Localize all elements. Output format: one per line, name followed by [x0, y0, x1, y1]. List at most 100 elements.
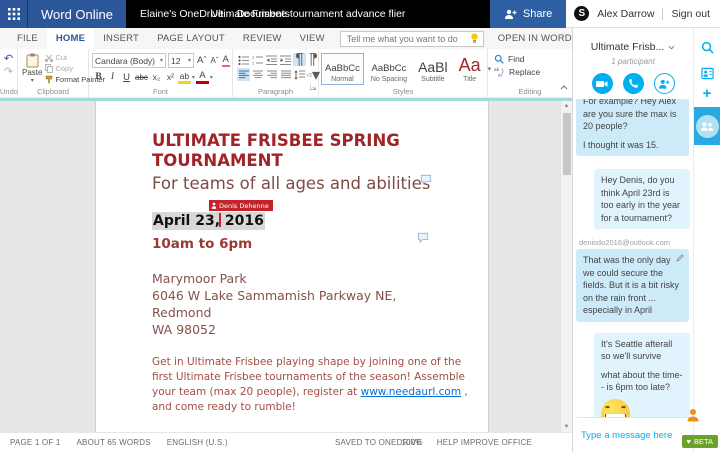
- tab-review[interactable]: REVIEW: [234, 28, 291, 49]
- tab-home[interactable]: HOME: [46, 28, 95, 49]
- style-no-spacing[interactable]: AaBbCc No Spacing: [367, 53, 411, 85]
- increase-indent-button[interactable]: [279, 53, 292, 66]
- paste-button[interactable]: Paste ▾: [22, 52, 42, 84]
- style-no-spacing-label: No Spacing: [370, 75, 408, 83]
- contacts-icon[interactable]: [700, 67, 714, 80]
- search-icon[interactable]: [701, 41, 714, 54]
- doc-heading[interactable]: ULTIMATE FRISBEE SPRING TOURNAMENT: [152, 131, 402, 171]
- grow-font-button[interactable]: Aˆ: [196, 55, 208, 66]
- redo-button[interactable]: ↷: [4, 66, 13, 79]
- bullets-button[interactable]: [237, 53, 250, 66]
- sign-out-link[interactable]: Sign out: [671, 8, 710, 20]
- app-title[interactable]: Word Online: [28, 0, 127, 28]
- strikethrough-button[interactable]: abc: [134, 71, 149, 84]
- italic-button[interactable]: I: [106, 71, 119, 84]
- document-scrollbar[interactable]: ▲ ▼: [560, 101, 572, 432]
- open-in-word-button[interactable]: OPEN IN WORD: [498, 33, 572, 44]
- style-subtitle[interactable]: AaBl Subtitle: [414, 53, 452, 85]
- align-center-button[interactable]: [251, 68, 264, 81]
- presence-contact-icon[interactable]: [686, 408, 700, 427]
- comment-bubble-icon-1[interactable]: [420, 170, 432, 189]
- font-size-select[interactable]: 12 ▾: [168, 53, 194, 68]
- doc-hyperlink[interactable]: www.needaurl.com: [361, 386, 461, 398]
- undo-button[interactable]: ↶: [4, 53, 13, 66]
- doc-time[interactable]: 10am to 6pm: [152, 236, 454, 252]
- skype-presence-icon[interactable]: S: [574, 6, 590, 21]
- superscript-button[interactable]: x²: [164, 71, 177, 84]
- doc-address[interactable]: Marymoor Park 6046 W Lake Sammamish Park…: [152, 270, 454, 338]
- scroll-down-arrow[interactable]: ▼: [564, 422, 570, 432]
- word-count[interactable]: ABOUT 65 WORDS: [77, 438, 151, 447]
- tell-me-input[interactable]: [344, 32, 466, 45]
- coauthor-flag-person-icon: [211, 202, 217, 209]
- chat-column: Ultimate Frisb... 1 participant For exam…: [573, 28, 715, 452]
- doc-date-line[interactable]: Denis Dehenne April 23, 2016: [152, 200, 454, 230]
- subscript-button[interactable]: x₂: [150, 71, 163, 84]
- add-participant-button[interactable]: [653, 73, 675, 94]
- edit-message-pencil-icon[interactable]: [676, 253, 684, 266]
- highlight-color-button[interactable]: ab: [177, 71, 191, 84]
- bold-button[interactable]: B: [92, 71, 105, 84]
- align-left-button[interactable]: [237, 68, 250, 81]
- status-bar: PAGE 1 OF 1 ABOUT 65 WORDS ENGLISH (U.S.…: [0, 432, 572, 452]
- line-spacing-button[interactable]: [293, 68, 306, 81]
- document-canvas[interactable]: ULTIMATE FRISBEE SPRING TOURNAMENT For t…: [0, 101, 572, 432]
- call-actions: [573, 73, 693, 94]
- share-button[interactable]: Share: [489, 0, 567, 28]
- tab-view[interactable]: VIEW: [291, 28, 334, 49]
- voice-call-button[interactable]: [622, 73, 644, 94]
- scroll-thumb[interactable]: [562, 113, 571, 175]
- underline-button[interactable]: U: [120, 71, 133, 84]
- font-color-dropdown-caret[interactable]: ▾: [210, 74, 213, 81]
- breadcrumb-root[interactable]: Elaine's OneDrive: [140, 8, 224, 20]
- new-conversation-icon[interactable]: +: [703, 86, 712, 101]
- font-name-select[interactable]: Candara (Body) ▾: [92, 53, 166, 68]
- tab-page-layout[interactable]: PAGE LAYOUT: [148, 28, 234, 49]
- scroll-up-arrow[interactable]: ▲: [564, 101, 570, 111]
- doc-subtitle[interactable]: For teams of all ages and abilities: [152, 174, 454, 194]
- video-call-button[interactable]: [591, 73, 613, 94]
- conversation-title-dropdown[interactable]: Ultimate Frisb...: [591, 41, 676, 53]
- tell-me-box[interactable]: [339, 30, 484, 47]
- chevron-down-icon: [668, 45, 675, 49]
- justify-button[interactable]: [279, 68, 292, 81]
- ltr-direction-button[interactable]: ¶: [293, 51, 306, 68]
- active-conversation-tile[interactable]: [694, 107, 720, 145]
- style-title[interactable]: Aa Title: [455, 53, 485, 85]
- style-normal[interactable]: AaBbCc Normal: [321, 52, 364, 85]
- tab-file[interactable]: FILE: [8, 28, 47, 49]
- comment-bubble-icon-2[interactable]: [417, 228, 429, 247]
- clear-formatting-button[interactable]: A⁠⁠: [221, 54, 230, 67]
- waffle-grid-icon: [7, 8, 20, 20]
- ribbon-tab-row: FILE HOME INSERT PAGE LAYOUT REVIEW VIEW…: [0, 28, 719, 49]
- font-group: Candara (Body) ▾ 12 ▾ Aˆ Aˇ A⁠⁠ B I U abc …: [89, 49, 233, 97]
- replace-button[interactable]: ab ac Replace: [494, 67, 540, 77]
- doc-date-part2: 2016: [220, 213, 264, 229]
- doc-date-selected[interactable]: April 23, 2016: [152, 212, 265, 230]
- numbering-button[interactable]: 12: [251, 53, 264, 66]
- tab-insert[interactable]: INSERT: [94, 28, 148, 49]
- find-label: Find: [508, 54, 525, 64]
- style-title-preview: Aa: [458, 54, 481, 75]
- coauthor-flag[interactable]: Denis Dehenne: [209, 200, 273, 211]
- breadcrumb-folder[interactable]: Documents: [237, 8, 290, 20]
- collapse-ribbon-button[interactable]: [560, 77, 568, 95]
- document-page[interactable]: ULTIMATE FRISBEE SPRING TOURNAMENT For t…: [95, 101, 489, 432]
- align-right-button[interactable]: [265, 68, 278, 81]
- paste-dropdown-caret[interactable]: ▾: [31, 77, 34, 84]
- highlight-dropdown-caret[interactable]: ▾: [192, 74, 195, 81]
- app-launcher-icon[interactable]: [0, 0, 28, 28]
- conversation-title: Ultimate Frisb...: [590, 41, 665, 53]
- doc-body-paragraph[interactable]: Get in Ultimate Frisbee playing shape by…: [152, 355, 470, 415]
- word-online-window: Word Online Elaine's OneDrive › Document…: [0, 0, 720, 452]
- language-selector[interactable]: ENGLISH (U.S.): [167, 438, 228, 447]
- message-list[interactable]: For example? Hey Alex are you sure the m…: [573, 99, 693, 417]
- find-button[interactable]: Find: [494, 54, 525, 64]
- skype-rail: + ♥ BETA: [681, 28, 720, 452]
- decrease-indent-button[interactable]: [265, 53, 278, 66]
- font-color-button[interactable]: A: [195, 71, 209, 84]
- breadcrumb[interactable]: Elaine's OneDrive › Documents: [140, 8, 290, 20]
- help-improve-office-link[interactable]: HELP IMPROVE OFFICE: [437, 438, 532, 447]
- shrink-font-button[interactable]: Aˇ: [210, 56, 220, 65]
- user-name[interactable]: Alex Darrow: [597, 8, 654, 20]
